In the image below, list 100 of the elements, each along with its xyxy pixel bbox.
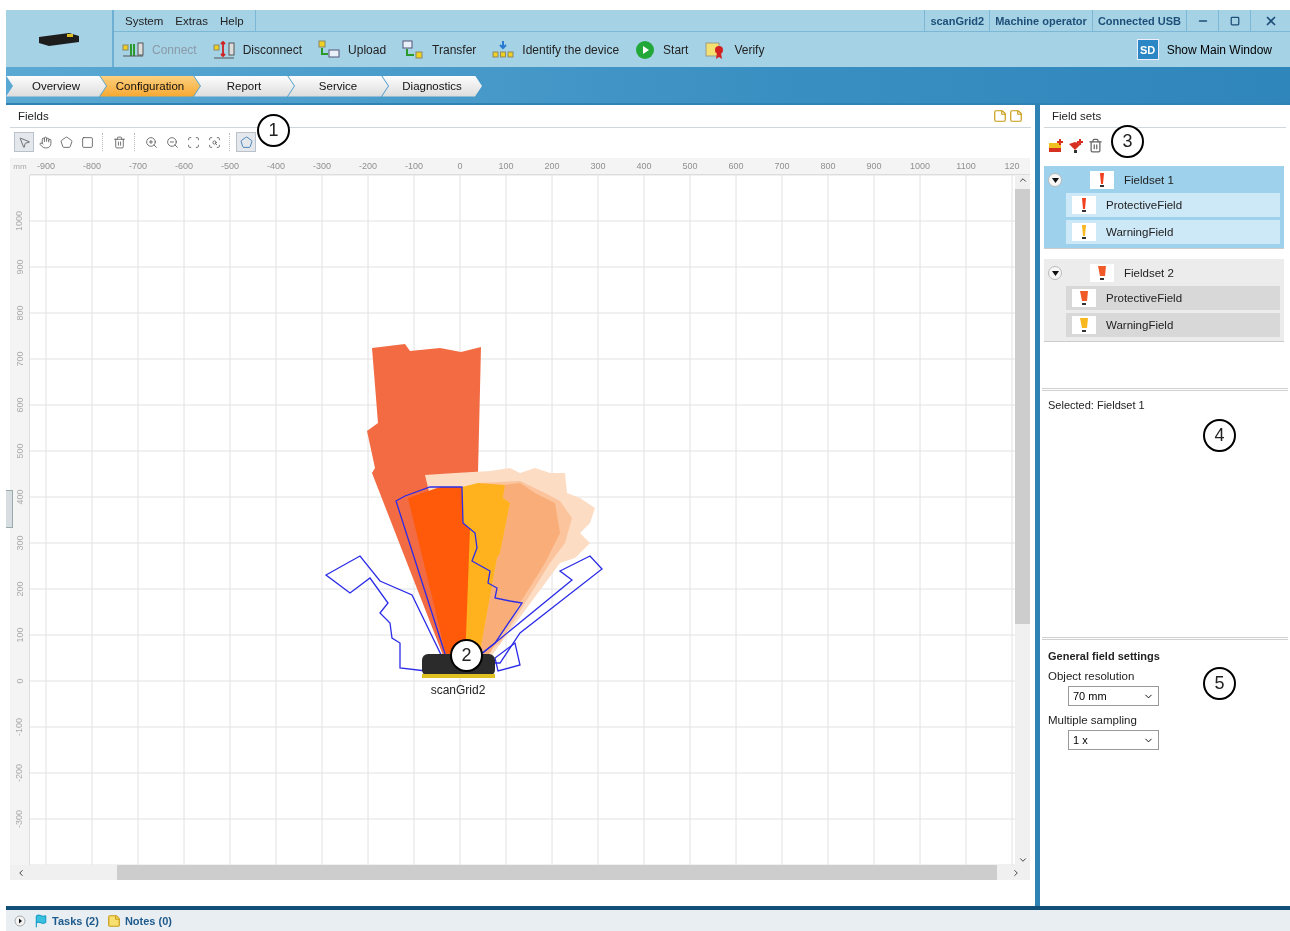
field-item[interactable]: ProtectiveField — [1066, 193, 1280, 217]
disconnect-icon — [212, 39, 235, 60]
field-item[interactable]: WarningField — [1066, 220, 1280, 244]
selection-text: Selected: Fieldset 1 — [1048, 399, 1145, 411]
ruler-label: -300 — [14, 810, 25, 828]
ruler-label: 700 — [14, 351, 25, 367]
pointer-icon[interactable] — [14, 132, 34, 152]
ruler-label: 500 — [14, 443, 25, 459]
protective-field-icon — [1072, 289, 1096, 307]
ruler-label: 600 — [727, 160, 745, 173]
ruler-label: 500 — [681, 160, 699, 173]
field-name: ProtectiveField — [1106, 292, 1183, 304]
ruler-label: -200 — [358, 160, 378, 173]
scanner-logo-icon — [37, 30, 81, 47]
note-icon[interactable] — [993, 109, 1007, 123]
ruler-label: -300 — [312, 160, 332, 173]
panel-link[interactable]: Tasks (2) — [34, 913, 99, 928]
connect-icon — [122, 39, 144, 60]
flag-icon — [34, 913, 48, 928]
contour-icon[interactable] — [236, 132, 256, 152]
expand-toggle[interactable] — [1048, 266, 1062, 280]
expand-toggle[interactable] — [1048, 173, 1062, 187]
maximize-icon — [1229, 15, 1240, 26]
ruler-label: -200 — [14, 764, 25, 782]
ruler-label: -800 — [82, 160, 102, 173]
ruler-label: 900 — [865, 160, 883, 173]
transfer-icon — [402, 39, 425, 60]
show-main-window-button[interactable]: SD Show Main Window — [1136, 39, 1282, 60]
scroll-up-icon[interactable] — [1017, 175, 1028, 185]
note-icon — [106, 913, 121, 928]
horizontal-scrollbar[interactable] — [10, 865, 1030, 880]
fieldset-name: Fieldset 1 — [1124, 174, 1174, 186]
warning-field-icon — [1072, 316, 1096, 334]
ruler-label: -600 — [174, 160, 194, 173]
option-label: Multiple sampling — [1048, 714, 1138, 726]
note-icon[interactable] — [1009, 109, 1023, 123]
triangle-icon — [1051, 176, 1059, 184]
ruler-label: 600 — [14, 397, 25, 413]
ruler-label: -100 — [14, 718, 25, 736]
tab[interactable]: Configuration — [100, 75, 200, 97]
protective-field-icon — [1090, 264, 1114, 282]
menu-item[interactable]: System — [120, 14, 169, 27]
toolbar-button[interactable]: Transfer — [402, 39, 477, 60]
tab[interactable]: Diagnostics — [382, 75, 482, 97]
ruler-label: -700 — [128, 160, 148, 173]
ruler-label: 800 — [819, 160, 837, 173]
option-label: Object resolution — [1048, 670, 1136, 682]
fieldset-group[interactable]: Fieldset 2 ProtectiveField WarningField — [1044, 259, 1284, 342]
toolbar-button[interactable]: Start — [635, 39, 689, 60]
field-item[interactable]: ProtectiveField — [1066, 286, 1280, 310]
panel-title: Fields — [18, 110, 49, 122]
ruler-label: -500 — [220, 160, 240, 173]
field-name: WarningField — [1106, 226, 1174, 238]
ruler-label: -400 — [266, 160, 286, 173]
protective-field-icon — [1090, 171, 1114, 189]
field-item[interactable]: WarningField — [1066, 313, 1280, 337]
identify-icon — [492, 39, 515, 60]
ruler-label: 0 — [14, 678, 25, 684]
add-field-icon[interactable] — [1068, 138, 1084, 154]
collapse-handle[interactable] — [6, 490, 13, 528]
menu-item[interactable]: Help — [214, 14, 249, 27]
ruler-label: 300 — [589, 160, 607, 173]
field-name: WarningField — [1106, 319, 1174, 331]
unit-label: mm — [10, 158, 30, 175]
trash-icon[interactable] — [1088, 138, 1103, 153]
vertical-scrollbar[interactable] — [1015, 175, 1030, 865]
dropdown[interactable]: 1 x — [1068, 730, 1159, 750]
status-text: Connected USB — [1091, 10, 1186, 31]
toolbar-button[interactable]: Disconnect — [212, 39, 303, 60]
ruler-label: 400 — [14, 489, 25, 505]
ruler-label: 200 — [543, 160, 561, 173]
menu-item[interactable]: Extras — [170, 14, 213, 27]
play-icon — [635, 39, 656, 60]
ruler-label: 0 — [456, 160, 464, 173]
toolbar-button[interactable]: Upload — [318, 39, 387, 60]
ruler-label: 120 — [1003, 160, 1021, 173]
scroll-down-icon[interactable] — [1017, 855, 1028, 865]
tab[interactable]: Overview — [6, 75, 106, 97]
tab[interactable]: Service — [288, 75, 388, 97]
triangle-icon — [1051, 269, 1059, 277]
ruler-label: 900 — [14, 259, 25, 275]
fieldset-name: Fieldset 2 — [1124, 267, 1174, 279]
warning-field-icon — [1072, 223, 1096, 241]
toolbar-button[interactable]: Verify — [704, 39, 765, 60]
upload-icon — [318, 39, 341, 60]
dropdown[interactable]: 70 mm — [1068, 686, 1159, 706]
fieldset-group[interactable]: Fieldset 1 ProtectiveField WarningField — [1044, 166, 1284, 249]
ruler-label: 700 — [773, 160, 791, 173]
tab[interactable]: Report — [194, 75, 294, 97]
ruler-label: 100 — [14, 627, 25, 643]
toolbar-button[interactable]: Identify the device — [492, 39, 620, 60]
ruler-label: 100 — [497, 160, 515, 173]
scroll-right-icon[interactable] — [1011, 867, 1021, 878]
scroll-left-icon[interactable] — [16, 867, 26, 878]
ruler-label: 1100 — [955, 160, 977, 173]
panel-link[interactable]: Notes (0) — [106, 913, 172, 928]
add-fieldset-icon[interactable] — [1048, 138, 1064, 154]
app-logo-icon: SD — [1136, 39, 1159, 60]
expand-icon[interactable] — [14, 914, 26, 927]
ruler-label: 300 — [14, 535, 25, 551]
